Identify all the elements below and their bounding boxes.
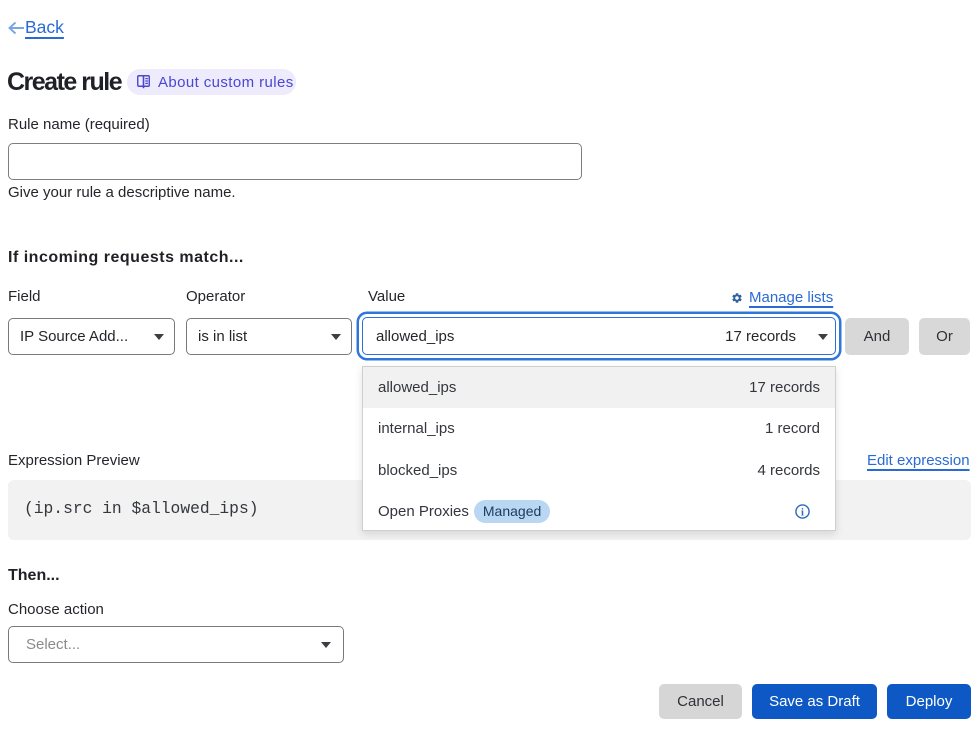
- svg-text:i: i: [801, 507, 804, 518]
